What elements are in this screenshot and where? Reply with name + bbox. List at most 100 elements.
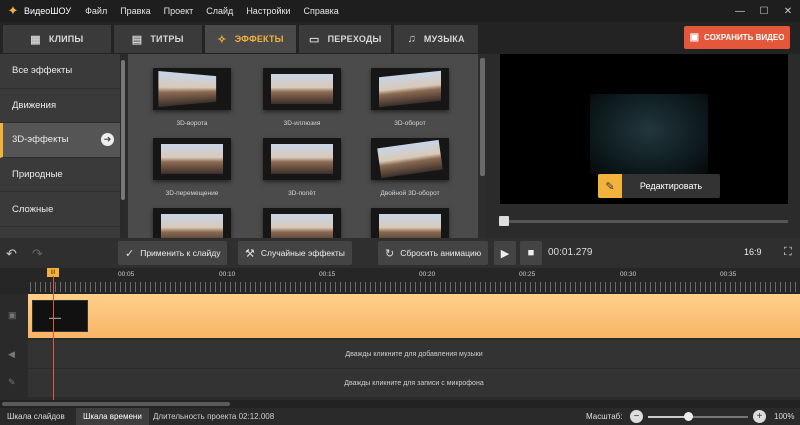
effect-categories: Все эффекты Движения 3D-эффекты ➜ Природ… <box>0 54 126 238</box>
tick-label: 00:05 <box>118 271 135 278</box>
effect-label: 3D-ворота <box>176 120 208 127</box>
tab-slide-scale[interactable]: Шкала слайдов <box>0 408 72 425</box>
save-video-button[interactable]: ▣ СОХРАНИТЬ ВИДЕО <box>684 26 790 49</box>
menu-file[interactable]: Файл <box>85 6 107 16</box>
music-track-hint: Дважды кликните для добавления музыки <box>345 350 483 358</box>
ruler-ticks <box>30 282 800 292</box>
effect-thumbnail <box>263 68 341 110</box>
effect-tile[interactable]: 3D-оборот <box>360 68 460 127</box>
category-label: Все эффекты <box>12 65 73 77</box>
zoom-in-button[interactable]: + <box>753 410 766 423</box>
apply-to-slide-button[interactable]: ✓ Применить к слайду <box>118 241 228 265</box>
effect-thumbnail <box>153 208 231 238</box>
voice-track[interactable]: Дважды кликните для записи с микрофона <box>28 369 800 397</box>
project-duration: Длительность проекта 02:12.008 <box>153 412 275 421</box>
magic-wand-icon: ⚒ <box>245 247 255 260</box>
aspect-ratio[interactable]: 16:9 <box>744 247 762 257</box>
apply-label: Применить к слайду <box>140 248 221 258</box>
video-track-icon: ▣ <box>8 310 17 320</box>
category-label: Природные <box>12 169 63 181</box>
menu-help[interactable]: Справка <box>303 6 338 16</box>
playhead-line <box>53 276 54 400</box>
video-track[interactable] <box>28 294 800 338</box>
scroll-thumb[interactable] <box>121 60 125 200</box>
effect-label: 3D-полёт <box>288 190 316 197</box>
category-motion[interactable]: Движения <box>0 89 126 124</box>
tab-time-scale[interactable]: Шкала времени <box>76 408 149 425</box>
tab-music[interactable]: ♫ МУЗЫКА <box>394 25 478 53</box>
tab-label: ПЕРЕХОДЫ <box>327 34 382 44</box>
timeline-ruler[interactable]: 00:05 00:10 00:15 00:20 00:25 00:30 00:3… <box>0 268 800 294</box>
menu-settings[interactable]: Настройки <box>246 6 290 16</box>
edit-button[interactable]: ✎ Редактировать <box>598 174 720 198</box>
minimize-icon[interactable]: — <box>728 0 752 22</box>
category-label: 3D-эффекты <box>12 134 69 146</box>
effect-tile[interactable] <box>142 208 242 238</box>
tab-transitions[interactable]: ▭ ПЕРЕХОДЫ <box>299 25 392 53</box>
stop-icon: ■ <box>527 247 535 259</box>
effects-scrollbar[interactable] <box>478 54 486 238</box>
play-icon: ▶ <box>500 247 510 260</box>
speaker-icon: ◀ <box>8 349 15 359</box>
effect-tile[interactable]: Двойной 3D-оборот <box>360 138 460 197</box>
effect-thumbnail <box>371 138 449 180</box>
scroll-thumb[interactable] <box>479 58 485 176</box>
edit-label: Редактировать <box>639 181 703 191</box>
film-icon: ▦ <box>30 33 41 46</box>
menu-edit[interactable]: Правка <box>120 6 150 16</box>
microphone-icon: ✎ <box>8 377 16 387</box>
menu-slide[interactable]: Слайд <box>206 6 233 16</box>
fullscreen-icon[interactable]: ⛶ <box>784 246 792 259</box>
check-icon: ✓ <box>125 247 135 260</box>
effect-tile[interactable]: 3D-ворота <box>142 68 242 127</box>
effect-tile[interactable]: 3D-иллюзия <box>252 68 352 127</box>
close-icon[interactable]: ✕ <box>776 0 800 22</box>
effect-label: Двойной 3D-оборот <box>380 190 440 197</box>
seekbar-handle[interactable] <box>499 216 509 226</box>
slide-clip[interactable]: ▬▬▬ <box>32 300 88 332</box>
preview-image <box>590 94 708 174</box>
preview-seekbar[interactable] <box>500 220 788 223</box>
effect-tile[interactable] <box>252 208 352 238</box>
menu-project[interactable]: Проект <box>164 6 194 16</box>
category-all[interactable]: Все эффекты <box>0 54 126 89</box>
arrow-right-icon: ➜ <box>101 133 114 147</box>
effect-tile[interactable]: 3D-перемещение <box>142 138 242 197</box>
timeline-toolbar: ↶ ↷ ✓ Применить к слайду ⚒ Случайные эфф… <box>0 238 800 268</box>
tab-label: МУЗЫКА <box>423 34 465 44</box>
transition-icon: ▭ <box>309 33 320 46</box>
timecode: 00:01.279 <box>548 247 593 258</box>
music-track[interactable]: Дважды кликните для добавления музыки <box>28 340 800 368</box>
categories-scrollbar[interactable] <box>120 54 126 238</box>
tab-label: ЭФФЕКТЫ <box>234 34 284 44</box>
zoom-percent: 100% <box>774 412 795 421</box>
effect-tile[interactable] <box>360 208 460 238</box>
category-complex[interactable]: Сложные <box>0 192 126 227</box>
undo-icon[interactable]: ↶ <box>6 246 17 262</box>
tab-effects[interactable]: ✧ ЭФФЕКТЫ <box>204 25 297 53</box>
timeline-scrollbar[interactable] <box>0 400 800 408</box>
track-icons: ▣ ◀ ✎ <box>0 294 28 400</box>
maximize-icon[interactable]: ☐ <box>752 0 776 22</box>
tab-clips[interactable]: ▦ КЛИПЫ <box>3 25 111 53</box>
effect-thumbnail <box>371 68 449 110</box>
save-video-label: СОХРАНИТЬ ВИДЕО <box>704 33 785 42</box>
play-button[interactable]: ▶ <box>494 241 516 265</box>
stop-button[interactable]: ■ <box>520 241 542 265</box>
menu-bar: ✦ ВидеоШОУ Файл Правка Проект Слайд Наст… <box>0 0 800 22</box>
effect-tile[interactable]: 3D-полёт <box>252 138 352 197</box>
category-3d[interactable]: 3D-эффекты ➜ <box>0 123 126 158</box>
effect-label: 3D-перемещение <box>165 190 219 197</box>
tab-titles[interactable]: ▤ ТИТРЫ <box>113 25 202 53</box>
random-effects-button[interactable]: ⚒ Случайные эффекты <box>238 241 352 265</box>
film-save-icon: ▣ <box>689 32 700 43</box>
reset-animation-button[interactable]: ↻ Сбросить анимацию <box>378 241 489 265</box>
effect-label: 3D-иллюзия <box>283 120 321 127</box>
zoom-slider-handle[interactable] <box>684 412 693 421</box>
status-bar: Шкала слайдов Шкала времени Длительность… <box>0 408 800 425</box>
tick-label: 00:15 <box>319 271 336 278</box>
redo-icon[interactable]: ↷ <box>32 246 43 262</box>
zoom-out-button[interactable]: − <box>630 410 643 423</box>
scroll-thumb[interactable] <box>2 402 230 406</box>
category-nature[interactable]: Природные <box>0 158 126 193</box>
